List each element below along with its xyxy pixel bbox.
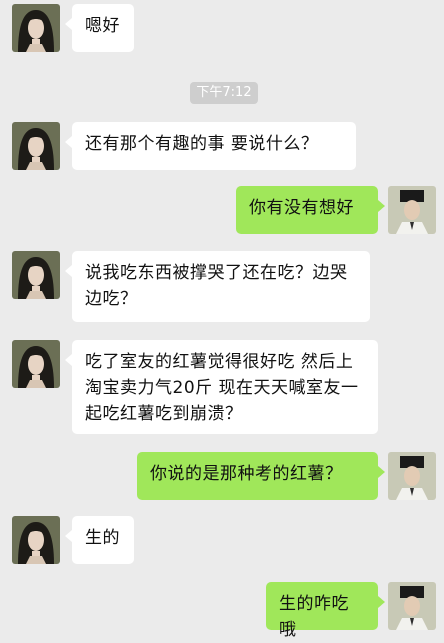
period-costume-man-avatar-icon (388, 186, 436, 234)
message-timestamp: 下午7:12 (190, 82, 258, 104)
long-hair-woman-avatar-icon (12, 251, 60, 299)
my-avatar[interactable] (388, 186, 436, 234)
long-hair-woman-avatar-icon (12, 516, 60, 564)
my-avatar[interactable] (388, 582, 436, 630)
message-bubble[interactable]: 生的咋吃哦 (266, 582, 385, 640)
long-hair-woman-avatar-icon (12, 122, 60, 170)
long-hair-woman-avatar-icon (12, 340, 60, 388)
my-avatar[interactable] (388, 452, 436, 500)
message-bubble[interactable]: 说我吃东西被撑哭了还在吃？边哭边吃？ (65, 251, 370, 322)
message-bubble[interactable]: 嗯好 (65, 4, 134, 52)
message-bubble[interactable]: 你说的是那种考的红薯？ (137, 452, 385, 500)
contact-avatar[interactable] (12, 4, 60, 52)
message-bubble[interactable]: 还有那个有趣的事 要说什么？ (65, 122, 356, 170)
contact-avatar[interactable] (12, 340, 60, 388)
contact-avatar[interactable] (12, 516, 60, 564)
message-bubble[interactable]: 吃了室友的红薯觉得很好吃 然后上淘宝卖力气20斤 现在天天喊室友一起吃红薯吃到崩… (65, 340, 378, 434)
period-costume-man-avatar-icon (388, 452, 436, 500)
contact-avatar[interactable] (12, 251, 60, 299)
message-bubble[interactable]: 生的 (65, 516, 134, 564)
message-bubble[interactable]: 你有没有想好 (236, 186, 385, 234)
long-hair-woman-avatar-icon (12, 4, 60, 52)
contact-avatar[interactable] (12, 122, 60, 170)
period-costume-man-avatar-icon (388, 582, 436, 630)
